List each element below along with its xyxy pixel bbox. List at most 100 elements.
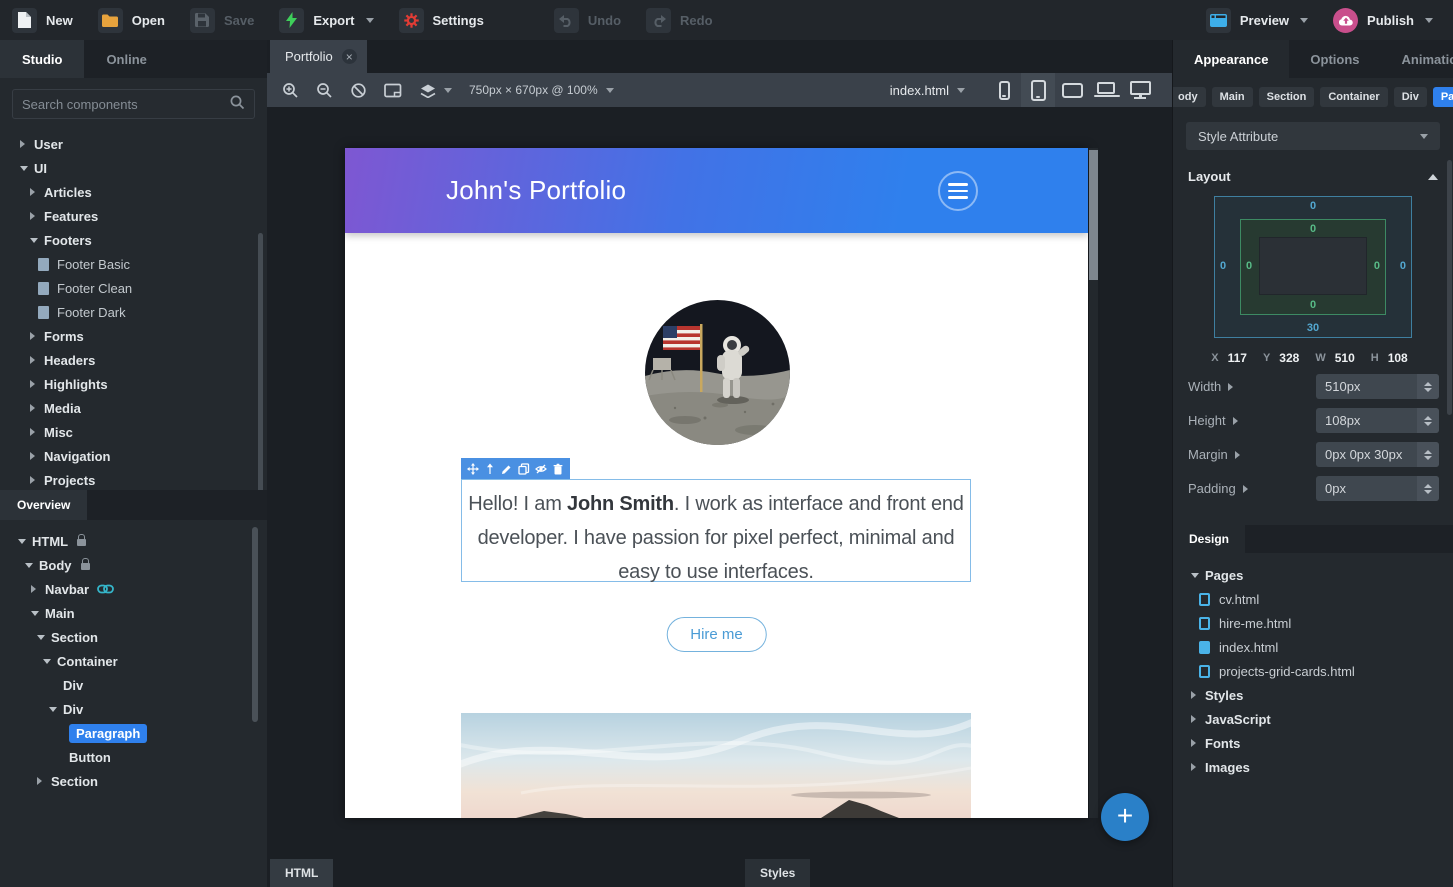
page-navbar[interactable]: John's Portfolio bbox=[345, 148, 1088, 233]
tab-studio[interactable]: Studio bbox=[0, 40, 84, 78]
move-up-icon[interactable] bbox=[484, 463, 496, 475]
breadcrumb-body[interactable]: ody bbox=[1173, 87, 1206, 107]
overview-item-navbar[interactable]: Navbar bbox=[0, 577, 267, 601]
height-field[interactable]: 108px bbox=[1316, 408, 1439, 433]
delete-icon[interactable] bbox=[552, 463, 564, 475]
new-button[interactable]: New bbox=[12, 8, 73, 33]
tree-item-navigation[interactable]: Navigation bbox=[0, 444, 267, 468]
overview-item-body[interactable]: Body bbox=[0, 553, 267, 577]
device-phone-button[interactable] bbox=[987, 73, 1021, 107]
tree-item-footer-dark[interactable]: Footer Dark bbox=[0, 300, 267, 324]
tab-overview[interactable]: Overview bbox=[0, 490, 87, 520]
settings-button[interactable]: Settings bbox=[399, 8, 484, 33]
page-scrollbar-thumb[interactable] bbox=[1089, 150, 1098, 280]
add-element-fab[interactable] bbox=[1101, 793, 1149, 841]
move-icon[interactable] bbox=[467, 463, 479, 475]
tab-html-editor[interactable]: HTML bbox=[270, 859, 333, 887]
component-tree-scrollbar[interactable] bbox=[258, 233, 263, 490]
tree-item-footers[interactable]: Footers bbox=[0, 228, 267, 252]
page-preview[interactable]: John's Portfolio bbox=[345, 148, 1088, 818]
design-item-styles[interactable]: Styles bbox=[1173, 683, 1453, 707]
tree-item-highlights[interactable]: Highlights bbox=[0, 372, 267, 396]
style-attribute-select[interactable]: Style Attribute bbox=[1186, 122, 1440, 150]
file-selector[interactable]: index.html bbox=[890, 83, 965, 98]
frame-icon[interactable] bbox=[384, 83, 402, 98]
device-desktop-button[interactable] bbox=[1123, 73, 1157, 107]
design-item-hire-me[interactable]: hire-me.html bbox=[1173, 611, 1453, 635]
overview-item-button[interactable]: Button bbox=[0, 745, 267, 769]
layers-icon[interactable] bbox=[419, 83, 452, 98]
zoom-out-icon[interactable] bbox=[316, 82, 333, 99]
save-button[interactable]: Save bbox=[190, 8, 254, 33]
open-button[interactable]: Open bbox=[98, 8, 165, 33]
hide-icon[interactable] bbox=[535, 463, 547, 475]
breadcrumb-div[interactable]: Div bbox=[1394, 87, 1427, 107]
tree-item-articles[interactable]: Articles bbox=[0, 180, 267, 204]
redo-button[interactable]: Redo bbox=[646, 8, 713, 33]
breadcrumb-container[interactable]: Container bbox=[1320, 87, 1387, 107]
hire-me-button[interactable]: Hire me bbox=[666, 617, 767, 652]
device-tablet-landscape-button[interactable] bbox=[1055, 73, 1089, 107]
device-tablet-button[interactable] bbox=[1021, 73, 1055, 107]
canvas-size-selector[interactable]: 750px × 670px @ 100% bbox=[469, 83, 614, 97]
publish-button[interactable]: Publish bbox=[1333, 8, 1433, 33]
padding-field[interactable]: 0px bbox=[1316, 476, 1439, 501]
stepper-icon[interactable] bbox=[1417, 408, 1439, 433]
overview-scrollbar[interactable] bbox=[252, 527, 258, 722]
device-laptop-button[interactable] bbox=[1089, 73, 1123, 107]
canvas[interactable]: John's Portfolio bbox=[267, 107, 1172, 857]
tree-item-media[interactable]: Media bbox=[0, 396, 267, 420]
overview-item-div[interactable]: Div bbox=[0, 673, 267, 697]
overview-item-html[interactable]: HTML bbox=[0, 529, 267, 553]
tab-options[interactable]: Options bbox=[1289, 40, 1380, 78]
tree-item-misc[interactable]: Misc bbox=[0, 420, 267, 444]
disable-styles-icon[interactable] bbox=[350, 82, 367, 99]
tab-online[interactable]: Online bbox=[84, 40, 168, 78]
tab-portfolio[interactable]: Portfolio bbox=[270, 40, 367, 73]
breadcrumb-paragraph[interactable]: Paragraph bbox=[1433, 87, 1453, 107]
layout-section-header[interactable]: Layout bbox=[1188, 169, 1438, 184]
export-button[interactable]: Export bbox=[279, 8, 373, 33]
design-item-projects-grid-cards[interactable]: projects-grid-cards.html bbox=[1173, 659, 1453, 683]
overview-item-paragraph[interactable]: Paragraph bbox=[0, 721, 267, 745]
breadcrumb-main[interactable]: Main bbox=[1212, 87, 1253, 107]
design-item-javascript[interactable]: JavaScript bbox=[1173, 707, 1453, 731]
width-field[interactable]: 510px bbox=[1316, 374, 1439, 399]
edit-icon[interactable] bbox=[501, 463, 513, 475]
tree-item-features[interactable]: Features bbox=[0, 204, 267, 228]
overview-item-main[interactable]: Main bbox=[0, 601, 267, 625]
stepper-icon[interactable] bbox=[1417, 476, 1439, 501]
overview-item-div2[interactable]: Div bbox=[0, 697, 267, 721]
tree-item-ui[interactable]: UI bbox=[0, 156, 267, 180]
overview-item-container[interactable]: Container bbox=[0, 649, 267, 673]
tree-item-footer-basic[interactable]: Footer Basic bbox=[0, 252, 267, 276]
overview-item-section2[interactable]: Section bbox=[0, 769, 267, 793]
tree-item-forms[interactable]: Forms bbox=[0, 324, 267, 348]
right-panel-scrollbar[interactable] bbox=[1447, 160, 1452, 415]
search-input[interactable] bbox=[22, 97, 230, 112]
tab-design[interactable]: Design bbox=[1173, 525, 1245, 553]
design-item-fonts[interactable]: Fonts bbox=[1173, 731, 1453, 755]
tree-item-projects[interactable]: Projects bbox=[0, 468, 267, 490]
box-model[interactable]: 0 30 0 0 0 0 0 0 bbox=[1214, 196, 1412, 338]
selected-paragraph[interactable]: Hello! I am John Smith. I work as interf… bbox=[461, 479, 971, 582]
undo-button[interactable]: Undo bbox=[554, 8, 621, 33]
tab-styles-editor[interactable]: Styles bbox=[745, 859, 810, 887]
hamburger-menu-icon[interactable] bbox=[938, 171, 978, 211]
duplicate-icon[interactable] bbox=[518, 463, 530, 475]
tree-item-headers[interactable]: Headers bbox=[0, 348, 267, 372]
close-tab-icon[interactable] bbox=[342, 49, 357, 64]
design-item-index[interactable]: index.html bbox=[1173, 635, 1453, 659]
breadcrumb-section[interactable]: Section bbox=[1259, 87, 1315, 107]
stepper-icon[interactable] bbox=[1417, 374, 1439, 399]
preview-button[interactable]: Preview bbox=[1206, 8, 1308, 33]
tab-animation[interactable]: Animation bbox=[1381, 40, 1453, 78]
tree-item-user[interactable]: User bbox=[0, 132, 267, 156]
tab-appearance[interactable]: Appearance bbox=[1173, 40, 1289, 78]
overview-item-section[interactable]: Section bbox=[0, 625, 267, 649]
design-item-pages[interactable]: Pages bbox=[1173, 563, 1453, 587]
design-item-images[interactable]: Images bbox=[1173, 755, 1453, 779]
design-item-cv[interactable]: cv.html bbox=[1173, 587, 1453, 611]
stepper-icon[interactable] bbox=[1417, 442, 1439, 467]
margin-field[interactable]: 0px 0px 30px bbox=[1316, 442, 1439, 467]
